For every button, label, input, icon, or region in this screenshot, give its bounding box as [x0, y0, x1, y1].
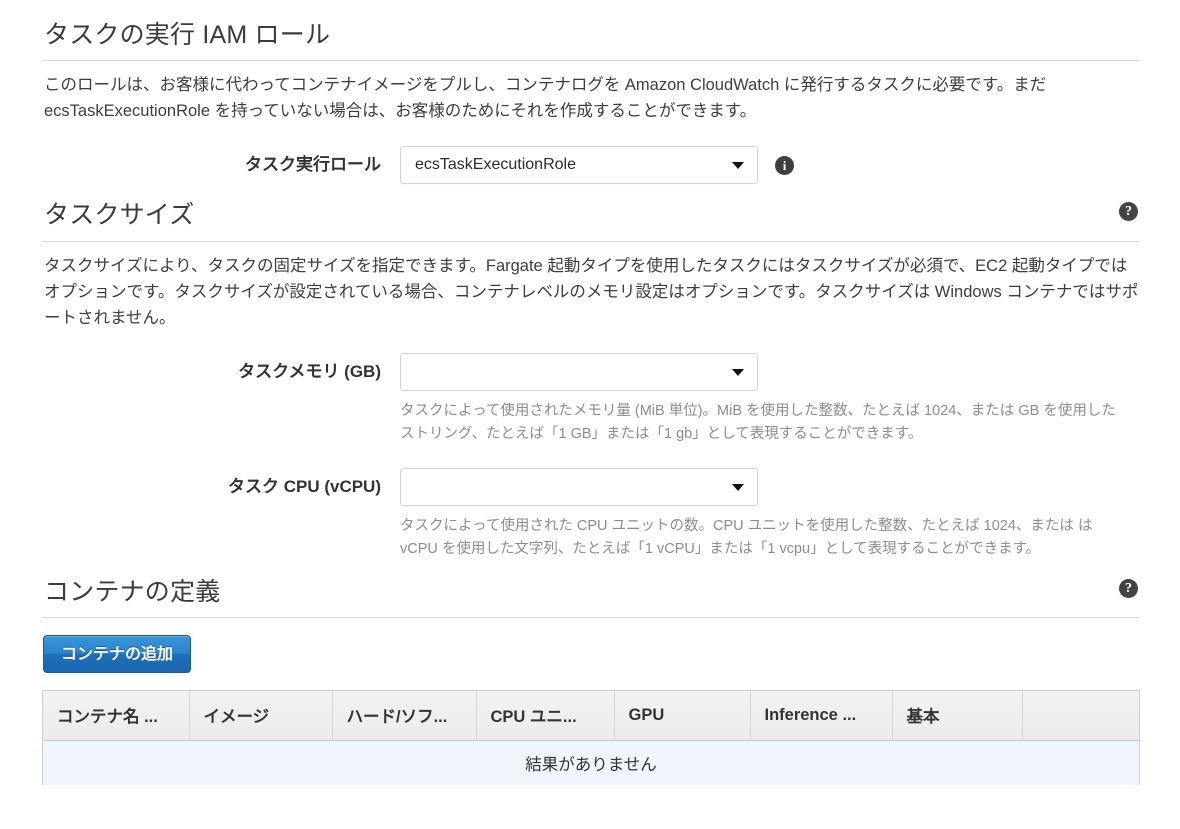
column-header-actions: [1022, 690, 1139, 741]
task-memory-row: タスクメモリ (GB) タスクによって使用されたメモリ量 (MiB 単位)。Mi…: [42, 352, 1140, 446]
task-execution-role-label: タスク実行ロール: [245, 155, 381, 175]
column-header-hard-soft-memory[interactable]: ハード/ソフ...: [332, 690, 477, 741]
task-cpu-label: タスク CPU (vCPU): [227, 476, 381, 496]
table-header-row: コンテナ名 ... イメージ ハード/ソフ... CPU ユニ... GPU I…: [43, 690, 1139, 741]
heading-divider: [42, 616, 1140, 618]
heading-divider: [42, 60, 1140, 62]
help-icon[interactable]: ?: [1119, 578, 1138, 598]
task-size-heading: タスクサイズ: [44, 201, 195, 230]
table-header: コンテナ名 ... イメージ ハード/ソフ... CPU ユニ... GPU I…: [43, 690, 1139, 741]
container-definitions-table-wrap: コンテナ名 ... イメージ ハード/ソフ... CPU ユニ... GPU I…: [42, 689, 1140, 785]
task-execution-role-control: ecsTaskExecutionRole i: [400, 146, 1140, 185]
task-memory-label: タスクメモリ (GB): [238, 361, 381, 381]
task-cpu-hint: タスクによって使用された CPU ユニットの数。CPU ユニットを使用した整数、…: [400, 517, 1093, 557]
task-size-description: タスクサイズにより、タスクの固定サイズを指定できます。Fargate 起動タイプ…: [44, 256, 1139, 327]
task-memory-select-wrap: [400, 352, 1140, 391]
column-header-cpu-units[interactable]: CPU ユニ...: [476, 690, 615, 741]
heading-divider: [42, 240, 1140, 242]
container-definitions-table: コンテナ名 ... イメージ ハード/ソフ... CPU ユニ... GPU I…: [43, 690, 1139, 785]
task-execution-role-select-wrap: ecsTaskExecutionRole i: [400, 146, 1140, 185]
table-empty-row: 結果がありません: [43, 740, 1139, 785]
task-memory-hint: タスクによって使用されたメモリ量 (MiB 単位)。MiB を使用した整数、たと…: [400, 402, 1116, 442]
task-execution-role-section: タスクの実行 IAM ロール このロールは、お客様に代わってコンテナイメージをプ…: [42, 0, 1140, 185]
container-definitions-heading: コンテナの定義: [44, 577, 221, 606]
chevron-down-icon: [732, 483, 744, 491]
chevron-down-icon: [732, 162, 744, 170]
column-header-inference-accelerator[interactable]: Inference ...: [750, 690, 893, 741]
container-definitions-section: コンテナの定義 ? コンテナの追加 コンテナ名 ... イメージ ハード/ソフ.…: [42, 561, 1140, 785]
column-header-essential[interactable]: 基本: [892, 690, 1023, 741]
table-body: 結果がありません: [43, 740, 1139, 785]
task-cpu-select[interactable]: [400, 467, 758, 506]
task-size-section: タスクサイズ ? タスクサイズにより、タスクの固定サイズを指定できます。Farg…: [42, 184, 1140, 560]
table-empty-message: 結果がありません: [43, 740, 1139, 785]
task-cpu-row: タスク CPU (vCPU) タスクによって使用された CPU ユニットの数。C…: [42, 467, 1140, 561]
task-memory-control: タスクによって使用されたメモリ量 (MiB 単位)。MiB を使用した整数、たと…: [400, 352, 1140, 446]
column-header-container-name[interactable]: コンテナ名 ...: [43, 690, 190, 741]
task-memory-select[interactable]: [400, 352, 758, 391]
info-icon[interactable]: i: [775, 155, 794, 175]
task-execution-role-row: タスク実行ロール ecsTaskExecutionRole i: [42, 146, 1140, 185]
task-cpu-control: タスクによって使用された CPU ユニットの数。CPU ユニットを使用した整数、…: [400, 467, 1140, 561]
column-header-gpu[interactable]: GPU: [614, 690, 751, 741]
add-container-button[interactable]: コンテナの追加: [43, 634, 192, 673]
task-execution-role-value: ecsTaskExecutionRole: [415, 156, 576, 174]
chevron-down-icon: [732, 368, 744, 376]
task-execution-role-select[interactable]: ecsTaskExecutionRole: [400, 146, 758, 185]
task-cpu-select-wrap: [400, 467, 1140, 506]
task-execution-role-description: このロールは、お客様に代わってコンテナイメージをプルし、コンテナログを Amaz…: [44, 76, 1047, 121]
task-definition-page: タスクの実行 IAM ロール このロールは、お客様に代わってコンテナイメージをプ…: [0, 0, 1180, 785]
column-header-image[interactable]: イメージ: [189, 690, 333, 741]
task-execution-role-heading: タスクの実行 IAM ロール: [44, 21, 331, 49]
